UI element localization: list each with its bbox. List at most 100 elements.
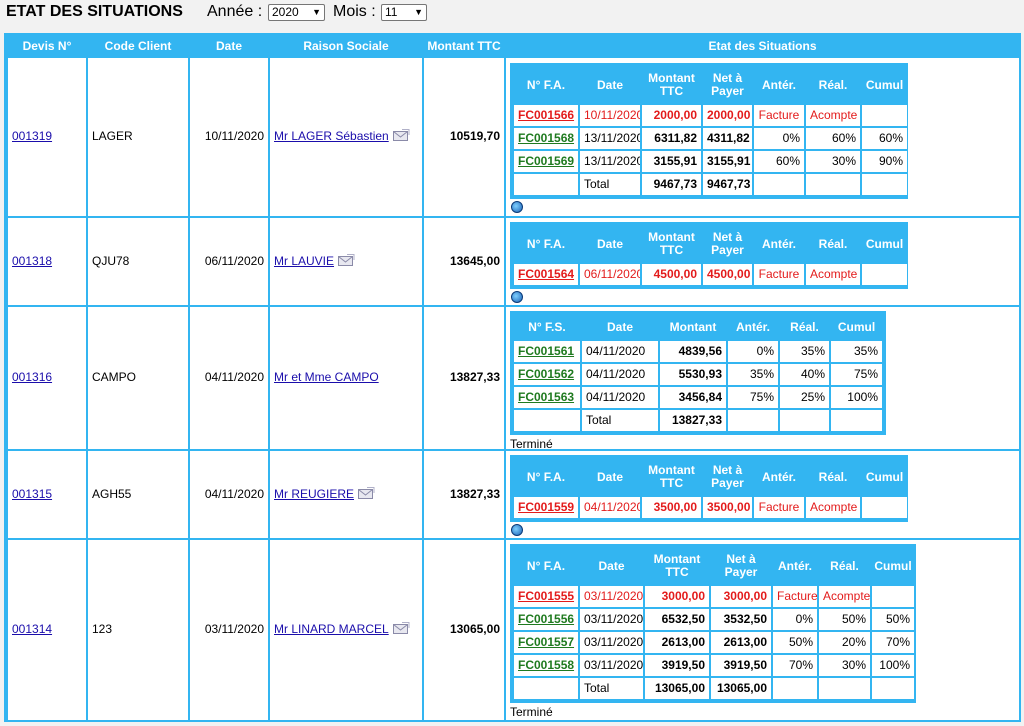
- devis-date: 03/11/2020: [204, 622, 264, 636]
- inner-col-header: Réal.: [818, 469, 848, 484]
- inner-cell: FC001558: [514, 655, 578, 676]
- mois-select-value: 11: [385, 5, 398, 19]
- inner-cell: 30%: [806, 151, 860, 172]
- inner-cell: Acompte: [806, 105, 860, 126]
- invoice-link[interactable]: FC001562: [518, 367, 574, 381]
- inner-cell: 0%: [728, 341, 778, 362]
- inner-cell: 50%: [819, 609, 870, 630]
- inner-cell: 0%: [773, 609, 817, 630]
- col-header-code-client: Code Client: [104, 39, 172, 53]
- invoice-link[interactable]: FC001566: [518, 108, 574, 122]
- raison-sociale: Mr REUGIERE: [274, 486, 375, 503]
- raison-sociale: Mr LAGER Sébastien: [274, 129, 410, 145]
- globe-icon[interactable]: [511, 524, 523, 536]
- invoice-link[interactable]: FC001561: [518, 344, 574, 358]
- inner-col-header: Réal.: [818, 77, 848, 92]
- invoice-link[interactable]: FC001568: [518, 131, 574, 145]
- col-header-raison-sociale: Raison Sociale: [303, 39, 389, 53]
- invoice-link[interactable]: FC001563: [518, 390, 574, 404]
- inner-cell: Facture: [754, 497, 804, 518]
- invoice-link[interactable]: FC001558: [518, 658, 574, 672]
- inner-cell: Facture: [773, 586, 817, 607]
- devis-date: 04/11/2020: [204, 370, 264, 384]
- inner-cell: 40%: [780, 364, 829, 385]
- inner-col-header: Antér.: [761, 469, 796, 484]
- inner-cell: 3456,84: [660, 387, 726, 408]
- devis-link[interactable]: 001318: [12, 254, 52, 268]
- devis-link[interactable]: 001314: [12, 622, 52, 636]
- inner-cell: FC001568: [514, 128, 578, 149]
- inner-cell: 35%: [728, 364, 778, 385]
- invoice-link[interactable]: FC001556: [518, 612, 574, 626]
- inner-col-header: Antér.: [777, 558, 812, 573]
- inner-col-header: Date: [596, 77, 623, 92]
- envelope-icon[interactable]: [338, 253, 355, 270]
- situation-table: N° F.S. Date Montant Antér. Réal. Cumul FC0015…: [510, 311, 886, 435]
- invoice-link[interactable]: FC001564: [518, 267, 574, 281]
- invoice-table: N° F.A. Date Montant TTC Net à Payer Antér. R…: [510, 544, 916, 703]
- inner-cell: 03/11/2020: [580, 609, 643, 630]
- devis-link[interactable]: 001315: [12, 487, 52, 501]
- total-cell: [819, 678, 870, 699]
- inner-cell: 50%: [872, 609, 914, 630]
- inner-cell: 20%: [819, 632, 870, 653]
- inner-cell: 3155,91: [642, 151, 701, 172]
- mois-label: Mois :: [333, 3, 376, 20]
- inner-col-header: Montant TTC: [648, 71, 695, 98]
- inner-cell: 100%: [831, 387, 882, 408]
- envelope-icon[interactable]: [392, 129, 410, 145]
- inner-cell: 0%: [754, 128, 804, 149]
- inner-cell: 3500,00: [703, 497, 752, 518]
- inner-cell: 04/11/2020: [582, 387, 658, 408]
- inner-cell: 2000,00: [642, 105, 701, 126]
- total-cell: [773, 678, 817, 699]
- client-link[interactable]: Mr LAUVIE: [274, 254, 334, 268]
- inner-col-header: Montant TTC: [648, 463, 695, 490]
- envelope-icon[interactable]: [358, 486, 375, 503]
- inner-col-header: N° F.A.: [526, 469, 566, 484]
- client-link[interactable]: Mr REUGIERE: [274, 487, 354, 501]
- devis-link[interactable]: 001316: [12, 370, 52, 384]
- invoice-link[interactable]: FC001555: [518, 589, 574, 603]
- total-cell: [862, 174, 907, 195]
- inner-cell: FC001561: [514, 341, 580, 362]
- invoice-link[interactable]: FC001569: [518, 154, 574, 168]
- total-cell: 13827,33: [660, 410, 726, 431]
- inner-cell: 50%: [773, 632, 817, 653]
- globe-icon[interactable]: [511, 201, 523, 213]
- inner-col-header: N° F.A.: [526, 236, 566, 251]
- invoice-table: N° F.A. Date Montant TTC Net à Payer Antér. R…: [510, 63, 908, 199]
- inner-cell: 13/11/2020: [580, 128, 640, 149]
- inner-cell: 70%: [872, 632, 914, 653]
- inner-cell: [862, 264, 907, 285]
- inner-col-header: Date: [596, 236, 623, 251]
- invoice-link[interactable]: FC001559: [518, 500, 574, 514]
- montant-ttc: 13645,00: [449, 253, 500, 268]
- inner-cell: 2000,00: [703, 105, 752, 126]
- mois-select[interactable]: 11 ▼: [381, 4, 427, 21]
- inner-cell: FC001556: [514, 609, 578, 630]
- raison-sociale: Mr LINARD MARCEL: [274, 622, 410, 638]
- raison-sociale: Mr LAUVIE: [274, 253, 355, 270]
- devis-link[interactable]: 001319: [12, 129, 52, 143]
- inner-cell: 6532,50: [645, 609, 709, 630]
- client-link[interactable]: Mr LAGER Sébastien: [274, 129, 389, 143]
- inner-col-header: Montant: [669, 319, 717, 334]
- inner-cell: 35%: [831, 341, 882, 362]
- inner-cell: 4500,00: [703, 264, 752, 285]
- inner-cell: 3919,50: [645, 655, 709, 676]
- inner-cell: 35%: [780, 341, 829, 362]
- envelope-icon[interactable]: [392, 622, 410, 638]
- globe-icon[interactable]: [511, 291, 523, 303]
- client-link[interactable]: Mr LINARD MARCEL: [274, 622, 389, 636]
- invoice-link[interactable]: FC001557: [518, 635, 574, 649]
- inner-cell: 3500,00: [642, 497, 701, 518]
- code-client: 123: [92, 622, 113, 636]
- inner-cell: FC001557: [514, 632, 578, 653]
- inner-col-header: N° F.A.: [526, 77, 566, 92]
- total-cell: [514, 174, 578, 195]
- montant-ttc: 10519,70: [449, 129, 500, 143]
- client-link[interactable]: Mr et Mme CAMPO: [274, 370, 379, 384]
- inner-col-header: Réal.: [830, 558, 859, 573]
- annee-select[interactable]: 2020 ▼: [268, 4, 325, 21]
